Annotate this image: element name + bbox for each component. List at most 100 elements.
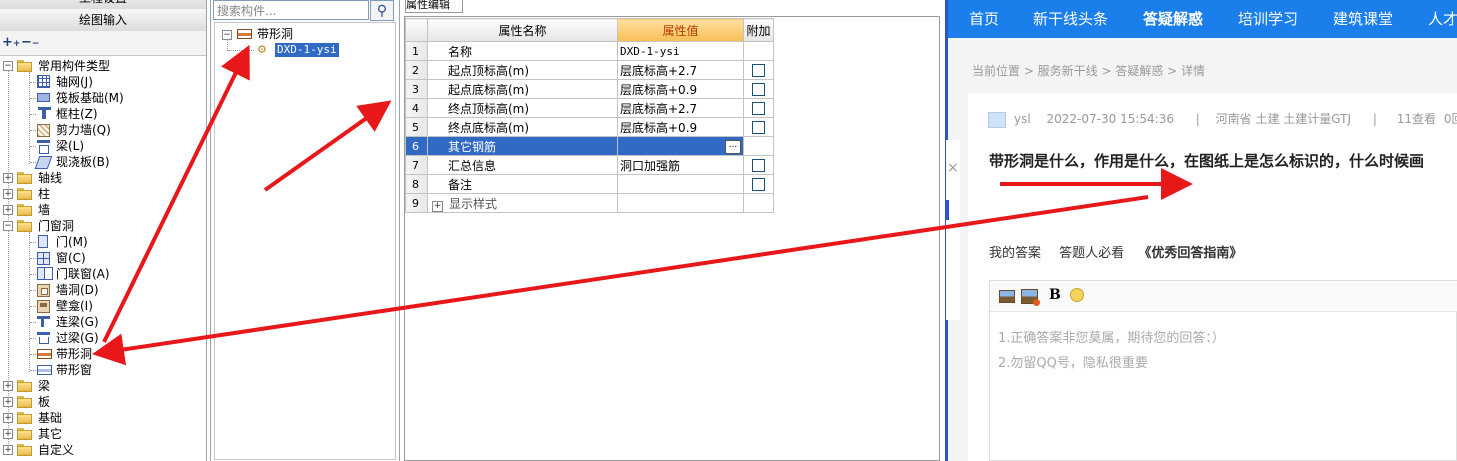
insert-gallery-icon[interactable] bbox=[1021, 289, 1040, 306]
property-value-cell[interactable]: 洞口加强筋 bbox=[617, 155, 744, 175]
view-count: 11查看 bbox=[1396, 112, 1437, 126]
expand-group-icon[interactable]: + bbox=[432, 200, 443, 212]
property-grid: 属性名称 属性值 附加 1 名称 DXD-1-ysi 2 起点顶标高(m) 层底… bbox=[405, 18, 774, 213]
nav-classroom[interactable]: 建筑课堂 bbox=[1333, 0, 1393, 38]
gear-icon: ⚙ bbox=[257, 43, 267, 56]
editor-toolbar: B bbox=[990, 281, 1457, 312]
frame-column-icon bbox=[38, 107, 51, 120]
tree-node-axis-lines[interactable]: + 轴线 bbox=[0, 170, 206, 186]
component-group-strip-opening[interactable]: − 带形洞 bbox=[215, 26, 395, 42]
window-icon bbox=[37, 252, 50, 265]
insert-image-icon[interactable] bbox=[999, 290, 1015, 303]
property-value-cell[interactable]: 层底标高+2.7 bbox=[617, 98, 744, 118]
answer-count: 0回答 bbox=[1443, 112, 1457, 126]
author-name[interactable]: ysl bbox=[1014, 112, 1031, 126]
tree-item-lintel[interactable]: 过梁(G) bbox=[0, 330, 206, 346]
component-instance-tree: − 带形洞 ⚙ DXD-1-ysi bbox=[214, 22, 396, 460]
folder-icon bbox=[17, 444, 33, 456]
bold-button[interactable]: B bbox=[1049, 287, 1061, 303]
post-time: 2022-07-30 15:54:36 bbox=[1046, 112, 1174, 126]
tree-item-door-window-combo[interactable]: 门联窗(A) bbox=[0, 266, 206, 282]
strip-opening-icon bbox=[37, 349, 52, 359]
emoji-icon[interactable] bbox=[1070, 288, 1084, 302]
extra-checkbox[interactable] bbox=[752, 64, 765, 77]
property-value-cell[interactable]: ... bbox=[617, 136, 744, 156]
question-title: 带形洞是什么，作用是什么，在图纸上是怎么标识的，什么时候画 bbox=[989, 152, 1425, 170]
folder-icon bbox=[17, 396, 33, 408]
tree-node-walls[interactable]: + 墙 bbox=[0, 202, 206, 218]
tree-item-strip-opening[interactable]: 带形洞 bbox=[0, 346, 206, 362]
tree-node-custom[interactable]: + 自定义 bbox=[0, 442, 206, 458]
ellipsis-button[interactable]: ... bbox=[725, 140, 741, 154]
property-value-cell[interactable]: 层底标高+0.9 bbox=[617, 117, 744, 137]
property-edit-tab[interactable]: 属性编辑 bbox=[405, 0, 463, 13]
property-row[interactable]: 1 名称 DXD-1-ysi bbox=[405, 41, 774, 61]
nav-talent[interactable]: 人才 bbox=[1428, 0, 1457, 38]
tree-item-strip-window[interactable]: 带形窗 bbox=[0, 362, 206, 378]
nav-qa[interactable]: 答疑解惑 bbox=[1143, 0, 1203, 38]
component-search-input[interactable]: 搜索构件... bbox=[213, 0, 369, 20]
folder-icon bbox=[17, 188, 33, 200]
tree-item-cast-slab[interactable]: 现浇板(B) bbox=[0, 154, 206, 170]
property-value-cell[interactable] bbox=[617, 174, 744, 194]
tree-node-doors-windows-openings[interactable]: − 门窗洞 bbox=[0, 218, 206, 234]
tree-item-wall-opening[interactable]: 墙洞(D) bbox=[0, 282, 206, 298]
tree-item-raft-foundation[interactable]: 筏板基础(M) bbox=[0, 90, 206, 106]
tree-item-grid[interactable]: 轴网(J) bbox=[0, 74, 206, 90]
tree-item-shear-wall[interactable]: 剪力墙(Q) bbox=[0, 122, 206, 138]
property-row[interactable]: 4 终点顶标高(m) 层底标高+2.7 bbox=[405, 98, 774, 118]
question-tags[interactable]: 河南省 土建 土建计量GTJ bbox=[1216, 112, 1351, 126]
extra-checkbox[interactable] bbox=[752, 178, 765, 191]
tree-item-frame-column[interactable]: 框柱(Z) bbox=[0, 106, 206, 122]
question-meta: ysl 2022-07-30 15:54:36 | 河南省 土建 土建计量GTJ… bbox=[988, 111, 1457, 128]
property-value-header[interactable]: 属性值 bbox=[617, 18, 744, 42]
avatar[interactable] bbox=[988, 111, 1006, 128]
lintel-icon bbox=[37, 332, 50, 345]
property-group-row[interactable]: 9 + 显示样式 bbox=[405, 193, 774, 213]
property-extra-header[interactable]: 附加 bbox=[743, 18, 774, 42]
nav-headlines[interactable]: 新干线头条 bbox=[1033, 0, 1108, 38]
magnifier-icon[interactable]: ⚲ bbox=[370, 0, 394, 21]
tree-node-foundations[interactable]: + 基础 bbox=[0, 410, 206, 426]
my-answer-link[interactable]: 我的答案 bbox=[989, 246, 1041, 261]
extra-checkbox[interactable] bbox=[752, 83, 765, 96]
nav-home[interactable]: 首页 bbox=[969, 0, 999, 38]
property-value-cell[interactable]: 层底标高+0.9 bbox=[617, 79, 744, 99]
tree-node-common-types[interactable]: − 常用构件类型 bbox=[0, 58, 206, 74]
folder-icon bbox=[17, 204, 33, 216]
property-value-cell[interactable]: 层底标高+2.7 bbox=[617, 60, 744, 80]
property-name-header[interactable]: 属性名称 bbox=[427, 18, 618, 42]
tree-item-door[interactable]: 门(M) bbox=[0, 234, 206, 250]
tree-item-window[interactable]: 窗(C) bbox=[0, 250, 206, 266]
folder-icon bbox=[17, 380, 33, 392]
tree-node-others[interactable]: + 其它 bbox=[0, 426, 206, 442]
tree-item-niche[interactable]: 壁龛(I) bbox=[0, 298, 206, 314]
extra-checkbox[interactable] bbox=[752, 121, 765, 134]
extra-checkbox[interactable] bbox=[752, 159, 765, 172]
editor-hint-line-1: 1.正确答案非您莫属，期待您的回答：） bbox=[998, 331, 1225, 346]
collapse-all-icon[interactable]: −− bbox=[21, 36, 39, 51]
close-icon[interactable]: × bbox=[947, 160, 959, 176]
property-row[interactable]: 5 终点底标高(m) 层底标高+0.9 bbox=[405, 117, 774, 137]
property-row-selected[interactable]: 6 其它钢筋 ... bbox=[405, 136, 774, 156]
drawing-input-tab[interactable]: 绘图输入 bbox=[0, 9, 206, 32]
tree-node-beams[interactable]: + 梁 bbox=[0, 378, 206, 394]
expand-all-icon[interactable]: ++ bbox=[2, 36, 20, 51]
tree-node-slabs[interactable]: + 板 bbox=[0, 394, 206, 410]
row-number-header bbox=[405, 18, 428, 42]
component-item-dxd-1-ysi[interactable]: ⚙ DXD-1-ysi bbox=[215, 42, 395, 58]
folder-icon bbox=[17, 172, 33, 184]
property-row[interactable]: 8 备注 bbox=[405, 174, 774, 194]
tree-item-beam[interactable]: 梁(L) bbox=[0, 138, 206, 154]
extra-checkbox[interactable] bbox=[752, 102, 765, 115]
property-row[interactable]: 3 起点底标高(m) 层底标高+0.9 bbox=[405, 79, 774, 99]
site-nav-bar: 首页 新干线头条 答疑解惑 培训学习 建筑课堂 人才 bbox=[948, 0, 1457, 38]
nav-training[interactable]: 培训学习 bbox=[1238, 0, 1298, 38]
tree-node-columns[interactable]: + 柱 bbox=[0, 186, 206, 202]
property-row[interactable]: 7 汇总信息 洞口加强筋 bbox=[405, 155, 774, 175]
property-value-cell[interactable]: DXD-1-ysi bbox=[617, 41, 744, 61]
answer-guide-link[interactable]: 《优秀回答指南》 bbox=[1138, 246, 1242, 261]
tree-item-coupling-beam[interactable]: 连梁(G) bbox=[0, 314, 206, 330]
property-row[interactable]: 2 起点顶标高(m) 层底标高+2.7 bbox=[405, 60, 774, 80]
must-read-link[interactable]: 答题人必看 bbox=[1059, 246, 1124, 261]
